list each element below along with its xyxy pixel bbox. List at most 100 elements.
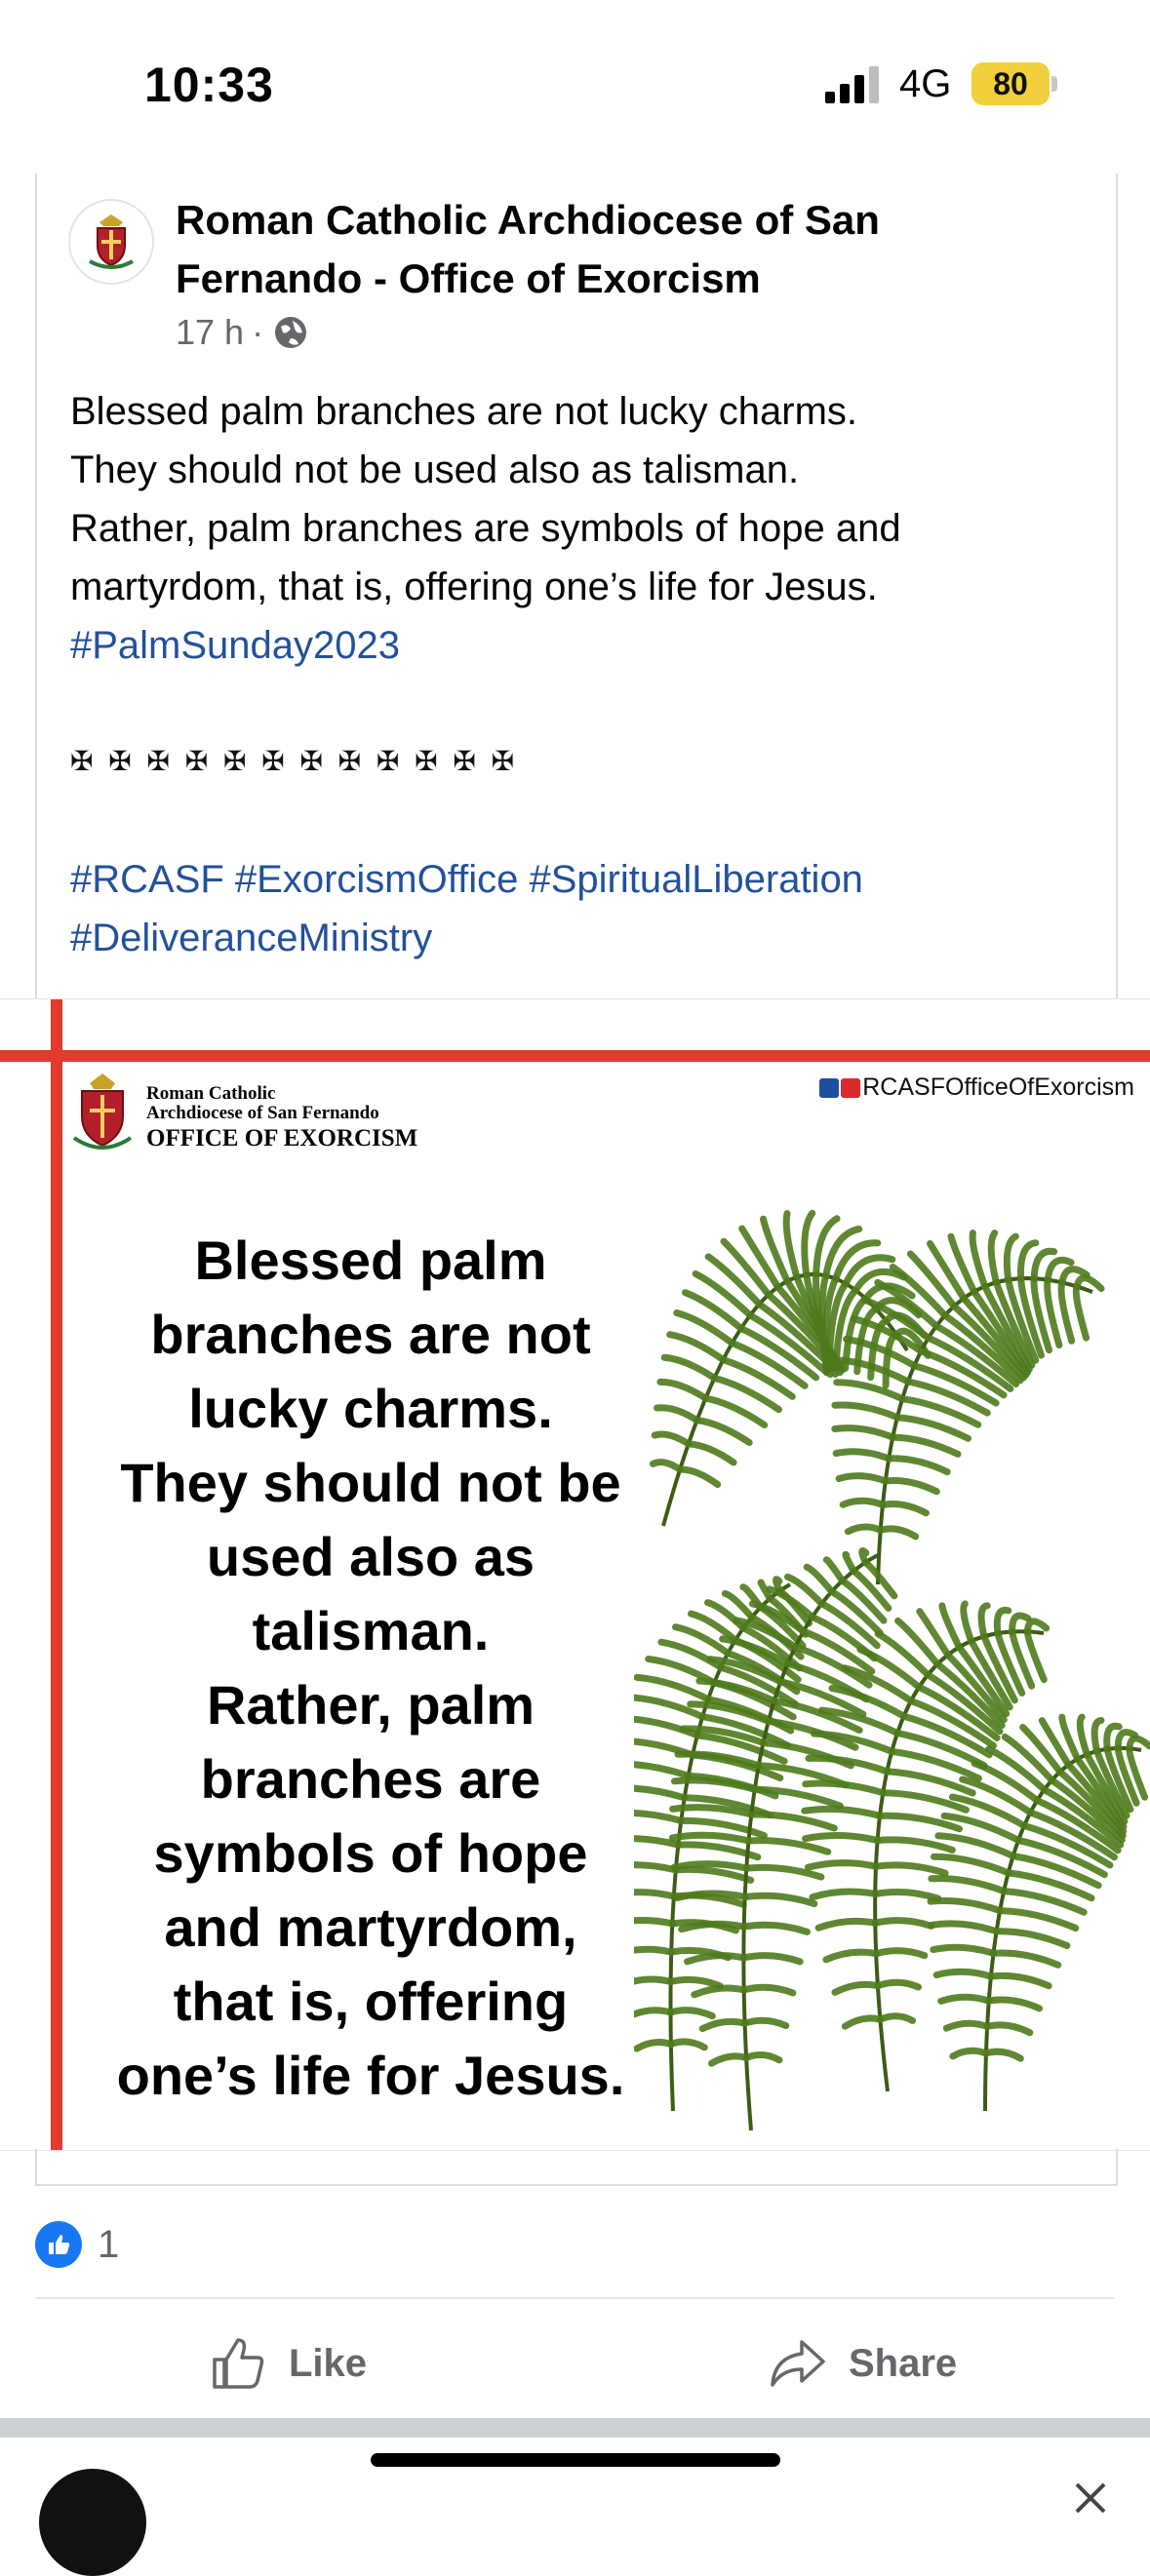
palm-leaflet [667,1975,724,1990]
palm-leaflet [871,1888,942,1902]
palm-leaflet [672,1865,755,1884]
palm-leaflet [634,2007,674,2018]
palm-leaflet [667,2007,716,2020]
reactions-summary[interactable]: 1 [35,2221,119,2268]
palm-leaflet [684,1952,747,1966]
palm-leaflet [804,1859,880,1871]
palm-leaflet [751,1785,844,1810]
post-image[interactable]: Roman Catholic Archdiocese of San Fernan… [0,998,1150,2151]
palm-leaflet [877,1525,920,1541]
poster-message: Blessed palm branches are not lucky char… [107,1224,634,2113]
palm-leaflet [885,1455,951,1476]
poster-org-line: Archdiocese of San Fernando [146,1103,379,1123]
actions-divider [35,2297,1114,2299]
cross-divider: ✠ ✠ ✠ ✠ ✠ ✠ ✠ ✠ ✠ ✠ ✠ ✠ [70,746,519,776]
palm-leaflet [889,1433,962,1458]
palm-leaflet [835,1472,890,1485]
palm-leaflet [938,1602,963,1651]
palm-leaflet [882,1477,940,1496]
palm-leaflet [982,2048,1024,2062]
palm-leaflet [822,1556,847,1584]
palm-leaflet [872,1861,949,1877]
palm-leaflet [927,1896,1004,1915]
palm-leaflet [942,2019,991,2032]
palm-leaflet [634,2038,675,2052]
signal-icon [825,66,879,103]
poster-message-line: one’s life for Jesus. [116,2045,625,2106]
page-avatar[interactable] [68,199,154,285]
palm-leaflet [833,1379,906,1403]
palm-leaflet [747,1811,838,1832]
palm-leaflet [708,2052,750,2067]
palm-leaflet [660,1353,718,1382]
poster-message-line: Blessed palm [194,1229,547,1291]
palm-leaflet [666,1331,727,1364]
palm-leaflet [990,1949,1062,1969]
page-name[interactable]: Roman Catholic Archdiocese of San Fernan… [176,191,1014,308]
post-meta: 17 h · [176,312,310,353]
palm-leaflet [993,1606,1012,1637]
poster-message-line: used also as [206,1526,535,1587]
next-post-avatar[interactable] [39,2469,146,2576]
share-label: Share [849,2341,958,2385]
network-type: 4G [899,62,952,105]
palm-leaflet [937,1993,993,2005]
palm-leaflet [874,1836,956,1854]
palm-leaflet [698,2017,749,2033]
battery-icon: 80 [972,62,1050,105]
palm-leaflet [985,1996,1043,2012]
poster-message-line: branches are [200,1748,541,1810]
close-icon[interactable] [1071,2475,1110,2514]
palm-leaflet [634,1809,685,1824]
palm-leaflet [654,1404,701,1425]
coat-of-arms-icon [72,1073,133,1150]
palm-leaflet [685,1440,737,1466]
palm-leaflet [676,1465,722,1488]
palm-leaflet [822,1948,880,1964]
poster-org-line: Roman Catholic [146,1083,276,1104]
like-button[interactable]: Like [209,2324,367,2402]
palm-leaflet [740,1983,797,1997]
palm-leaflet [858,1547,870,1566]
palm-leaflet [876,2012,917,2024]
poster-message-line: talisman. [252,1600,490,1661]
palm-leaflet [667,2038,708,2051]
hashtag-link[interactable]: #DeliveranceMinistry [70,909,1075,967]
palm-leaflet [650,1459,684,1473]
thumbs-up-icon [213,2338,264,2389]
post-time[interactable]: 17 h [176,312,244,353]
palm-leaflet [691,1984,748,1999]
palm-leaflet [656,1378,709,1402]
palm-leaflet [872,1947,929,1960]
palm-leaflet [669,1804,755,1818]
palm-leaflet [831,1401,901,1422]
palm-leaflet [651,1430,693,1448]
palm-leaflet [831,1425,896,1441]
palm-leaflet [996,1907,1080,1932]
palm-leaflet [1126,1735,1150,1752]
share-button[interactable]: Share [767,2324,957,2402]
coat-of-arms-icon [72,203,150,281]
palm-leaflet [842,1550,857,1575]
palm-leaflet [719,1356,796,1400]
palm-leaflet [741,1892,818,1907]
palm-leaflet [801,1805,884,1819]
home-indicator[interactable] [371,2453,780,2467]
palm-leaflet [692,1270,754,1319]
share-icon [771,2340,825,2387]
palm-leaflet [960,1600,975,1645]
palm-leaflet [669,1831,752,1845]
palm-leaflet [1024,1628,1048,1684]
palm-leaflet [739,1952,804,1966]
hashtag-link[interactable]: #RCASF #ExorcismOffice #SpiritualLiberat… [70,850,1075,909]
post-text: Blessed palm branches are not lucky char… [70,382,1065,675]
palm-leaflet [949,2047,990,2060]
palm-leaflet [1091,1717,1105,1755]
palm-leaflet [782,1210,801,1281]
palm-leaflet [928,1920,1001,1935]
post-text-line: They should not be used also as talisman… [70,449,800,491]
post-text-line: martyrdom, that is, offering one’s life … [70,566,878,608]
palm-leaflet [742,2051,783,2064]
hashtag-link[interactable]: #PalmSunday2023 [70,624,400,667]
palm-leaflet [883,1768,976,1797]
